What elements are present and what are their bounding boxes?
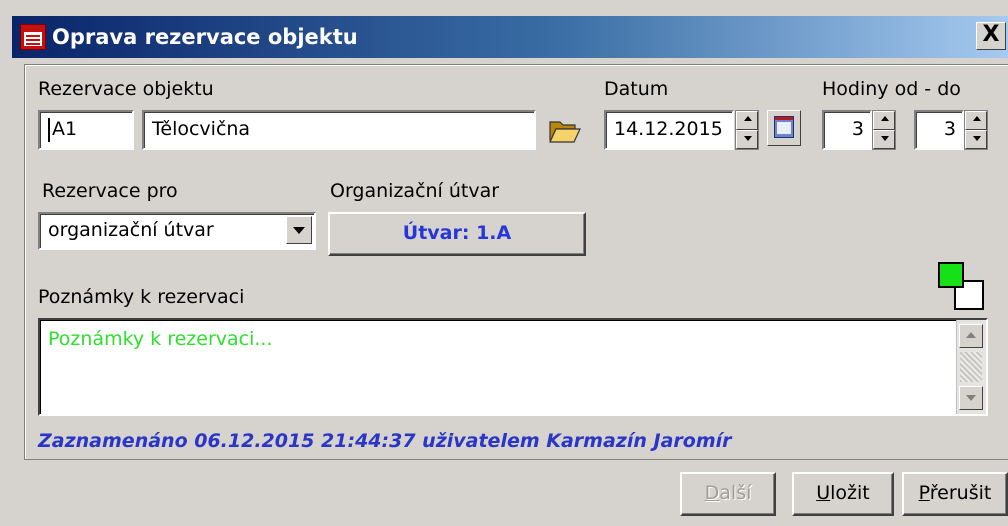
close-button[interactable]: X bbox=[976, 22, 1006, 50]
reservation-for-label: Rezervace pro bbox=[42, 180, 178, 202]
notes-textarea[interactable]: Poznámky k rezervaci... bbox=[38, 318, 988, 416]
notes-placeholder: Poznámky k rezervaci... bbox=[48, 328, 273, 350]
scroll-up-icon[interactable] bbox=[959, 324, 983, 348]
hours-to-spinner[interactable] bbox=[964, 110, 988, 150]
reservation-for-select[interactable]: organizační útvar bbox=[38, 212, 316, 250]
hours-label: Hodiny od - do bbox=[822, 78, 961, 100]
calendar-picker-icon[interactable] bbox=[767, 110, 801, 146]
spin-up-icon[interactable] bbox=[965, 111, 987, 130]
hours-from-spinner[interactable] bbox=[872, 110, 896, 150]
calendar-icon bbox=[20, 24, 46, 50]
title-bar: Oprava rezervace objektu X bbox=[12, 16, 1008, 58]
recorded-info: Zaznamenáno 06.12.2015 21:44:37 uživatel… bbox=[38, 430, 732, 452]
notes-label: Poznámky k rezervaci bbox=[38, 286, 245, 308]
date-spinner[interactable] bbox=[735, 110, 759, 150]
spin-down-icon[interactable] bbox=[873, 130, 895, 149]
scroll-track[interactable] bbox=[960, 352, 982, 382]
hours-to-field[interactable]: 3 bbox=[914, 110, 964, 150]
cancel-button[interactable]: Přerušit bbox=[902, 472, 1008, 516]
scroll-down-icon[interactable] bbox=[959, 386, 983, 410]
spin-down-icon[interactable] bbox=[965, 130, 987, 149]
window-title: Oprava rezervace objektu bbox=[52, 25, 358, 49]
spin-up-icon[interactable] bbox=[736, 111, 758, 130]
foreground-color-swatch[interactable] bbox=[938, 262, 964, 288]
object-label: Rezervace objektu bbox=[38, 78, 214, 100]
spin-down-icon[interactable] bbox=[736, 130, 758, 149]
date-field[interactable]: 14.12.2015 bbox=[604, 110, 734, 150]
org-unit-label: Organizační útvar bbox=[330, 180, 500, 202]
object-name-field[interactable]: Tělocvična bbox=[142, 110, 536, 150]
save-button[interactable]: Uložit bbox=[792, 472, 894, 516]
spin-up-icon[interactable] bbox=[873, 111, 895, 130]
object-code-field[interactable]: A1 bbox=[38, 110, 134, 150]
org-unit-button[interactable]: Útvar: 1.A bbox=[328, 212, 586, 256]
folder-open-icon[interactable] bbox=[548, 116, 582, 144]
notes-scrollbar[interactable] bbox=[956, 320, 986, 414]
next-button[interactable]: Další bbox=[680, 472, 776, 516]
hours-from-field[interactable]: 3 bbox=[822, 110, 872, 150]
chevron-down-icon[interactable] bbox=[286, 216, 312, 244]
text-caret bbox=[48, 118, 50, 142]
date-label: Datum bbox=[604, 78, 669, 100]
